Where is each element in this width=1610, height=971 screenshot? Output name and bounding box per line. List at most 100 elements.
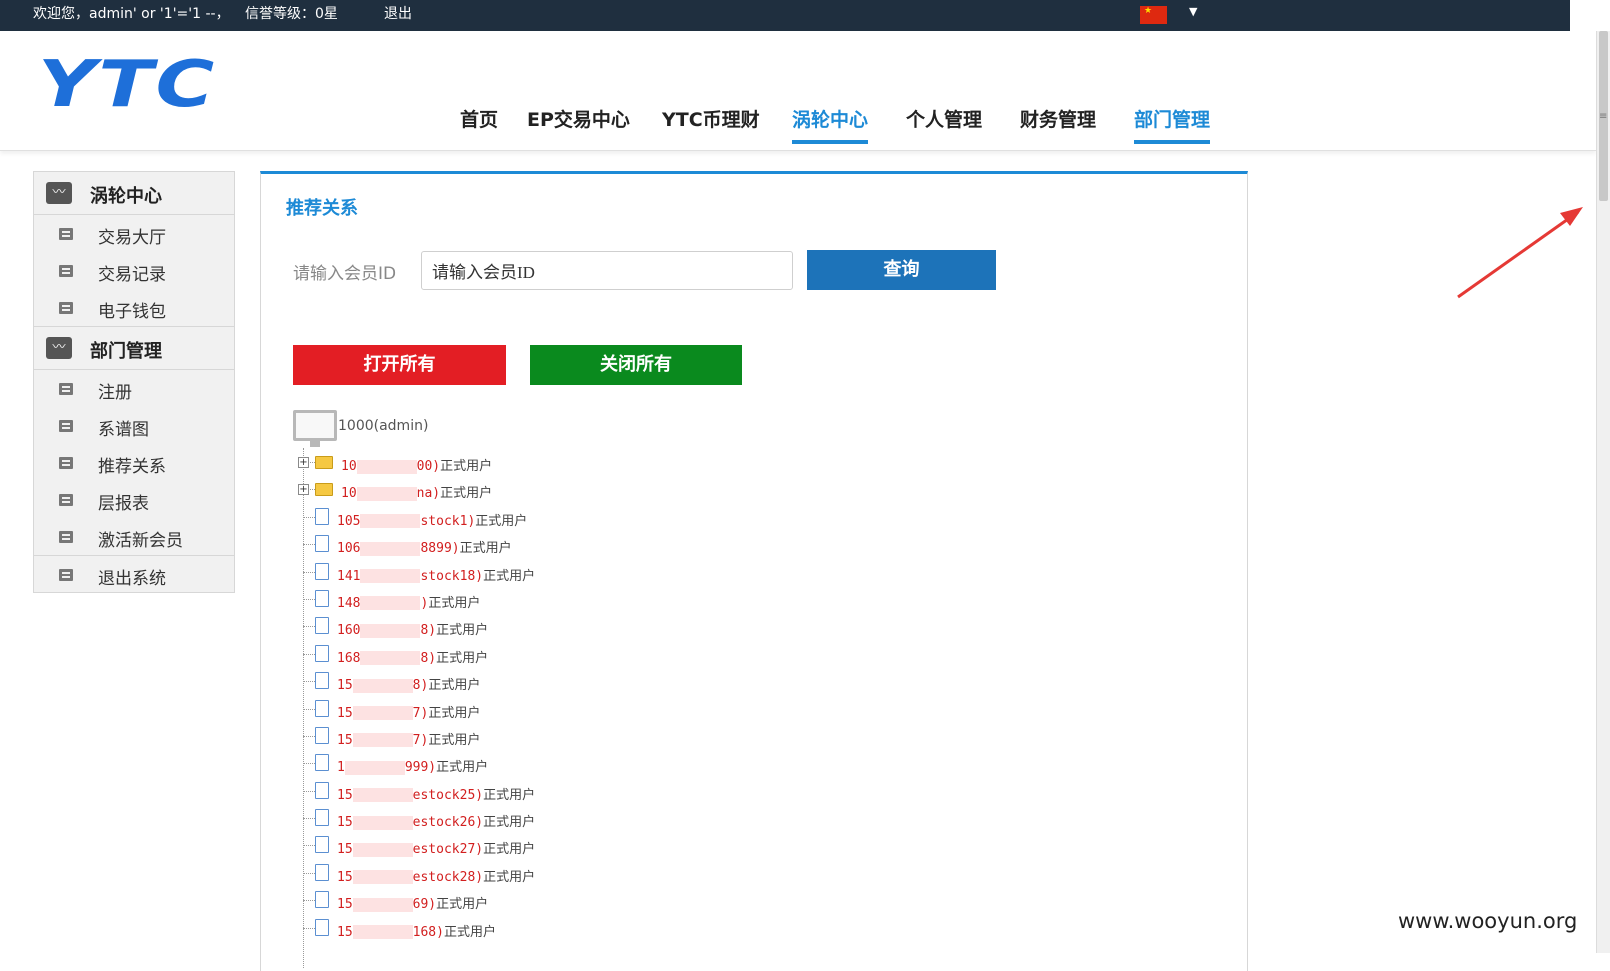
expand-icon[interactable]: + (298, 484, 309, 496)
member-id-suffix: estock27) (412, 842, 484, 858)
scrollbar[interactable]: ≡ (1596, 31, 1610, 953)
member-id-suffix: stock18) (420, 568, 484, 584)
member-id-input[interactable] (421, 251, 793, 290)
member-id-suffix: stock1) (420, 513, 476, 529)
sidebar: 〰 涡轮中心 交易大厅 交易记录 电子钱包 〰 部门管理 注册 系谱图 推荐关系… (33, 171, 235, 593)
page-title: 推荐关系 (286, 198, 358, 219)
redacted-block (360, 596, 421, 611)
list-icon (59, 494, 73, 506)
watermark: www.wooyun.org (1398, 909, 1578, 933)
expand-icon[interactable]: + (298, 457, 309, 468)
tree-node[interactable]: 106 8899)正式用户 (293, 530, 793, 557)
close-all-button[interactable]: 关闭所有 (530, 345, 742, 385)
nav-personal[interactable]: 个人管理 (906, 105, 982, 140)
tree-node[interactable]: 160 8)正式用户 (293, 612, 793, 639)
tree-node[interactable]: 105 stock1)正式用户 (293, 503, 793, 530)
folder-icon (315, 483, 333, 497)
tree-node[interactable]: 15 168)正式用户 (293, 914, 793, 941)
caret-down-icon[interactable]: ▼ (1189, 5, 1197, 18)
nav-ytc-finance[interactable]: YTC币理财 (662, 105, 760, 140)
nav-ep-trade[interactable]: EP交易中心 (527, 105, 630, 140)
tree-node[interactable]: 141 stock18)正式用户 (293, 558, 793, 585)
member-status: 正式用户 (483, 815, 536, 831)
main-panel: 推荐关系 请输入会员ID 查询 打开所有 关闭所有 1000(admin) +1… (260, 171, 1248, 971)
file-icon (315, 617, 329, 635)
member-id-prefix: 106 (337, 541, 361, 557)
redacted-block (352, 706, 413, 721)
tree-node[interactable]: 15 estock27)正式用户 (293, 831, 793, 858)
file-icon (315, 726, 329, 744)
tree-node[interactable]: 15 7)正式用户 (293, 695, 793, 722)
redacted-block (352, 925, 413, 940)
sidebar-item-wallet[interactable]: 电子钱包 (34, 289, 234, 326)
member-id-suffix: 7) (412, 705, 429, 721)
list-icon (59, 420, 73, 432)
tree-node-label: 105 stock1)正式用户 (337, 510, 527, 529)
member-status: 正式用户 (483, 787, 536, 803)
nav-department[interactable]: 部门管理 (1134, 105, 1211, 144)
member-id-suffix: 69) (412, 897, 437, 913)
tree-node-label: 106 8899)正式用户 (337, 537, 512, 556)
tree-node[interactable]: 15 69)正式用户 (293, 886, 793, 913)
tree-node[interactable]: 1 999)正式用户 (293, 749, 793, 776)
tree-node[interactable]: 168 8)正式用户 (293, 640, 793, 667)
query-button[interactable]: 查询 (807, 250, 996, 290)
list-icon (59, 569, 73, 581)
logo[interactable]: YTC (38, 53, 217, 117)
member-id-prefix: 15 (337, 869, 353, 885)
member-id-prefix: 15 (337, 678, 353, 694)
china-flag-icon[interactable]: ★ (1140, 6, 1167, 24)
member-status: 正式用户 (436, 760, 489, 776)
sidebar-item-register[interactable]: 注册 (34, 370, 234, 407)
sidebar-section-title: 涡轮中心 (90, 186, 162, 207)
sidebar-item-referrals[interactable]: 推荐关系 (34, 444, 234, 481)
sidebar-item-genealogy[interactable]: 系谱图 (34, 407, 234, 444)
sidebar-item-label: 系谱图 (98, 420, 149, 440)
tree-node[interactable]: 148)正式用户 (293, 585, 793, 612)
sidebar-item-label: 退出系统 (98, 569, 166, 589)
tree-node[interactable]: 15 7)正式用户 (293, 722, 793, 749)
sidebar-section-department[interactable]: 〰 部门管理 (34, 327, 234, 370)
redacted-block (352, 842, 413, 857)
list-icon (59, 531, 73, 543)
tree-node[interactable]: 15 estock25)正式用户 (293, 777, 793, 804)
nav-home[interactable]: 首页 (460, 105, 498, 140)
redacted-block (352, 897, 413, 912)
tree-node[interactable]: +10 na)正式用户 (293, 475, 793, 502)
open-all-button[interactable]: 打开所有 (293, 345, 506, 385)
redacted-block (352, 788, 413, 803)
tree-node-label: 15 estock27)正式用户 (337, 838, 535, 857)
sidebar-item-layer-report[interactable]: 层报表 (34, 481, 234, 518)
nav-turbine-center[interactable]: 涡轮中心 (792, 105, 869, 144)
redacted-block (360, 514, 421, 529)
logout-link[interactable]: 退出 (384, 3, 412, 23)
sidebar-item-logout[interactable]: 退出系统 (34, 555, 234, 592)
grip-icon: ≡ (1599, 111, 1608, 122)
member-id-suffix: 999) (404, 760, 437, 776)
tree-node[interactable]: 15 estock28)正式用户 (293, 859, 793, 886)
sidebar-item-activate-member[interactable]: 激活新会员 (34, 518, 234, 555)
tree-node[interactable]: 15 8)正式用户 (293, 667, 793, 694)
chart-icon: 〰 (46, 337, 72, 359)
sidebar-item-label: 层报表 (98, 494, 149, 514)
member-status: 正式用户 (440, 486, 493, 502)
folder-icon (315, 456, 333, 469)
file-icon (315, 809, 329, 827)
redacted-block (344, 760, 405, 775)
member-id-suffix: 8) (420, 623, 437, 639)
tree-node[interactable]: 15 estock26)正式用户 (293, 804, 793, 831)
sidebar-section-turbine[interactable]: 〰 涡轮中心 (34, 172, 234, 215)
tree-node-label: 160 8)正式用户 (337, 619, 488, 638)
member-id-suffix: na) (416, 486, 441, 502)
sidebar-item-trade-hall[interactable]: 交易大厅 (34, 215, 234, 252)
list-icon (59, 302, 73, 314)
file-icon (315, 672, 329, 690)
tree-node[interactable]: +10 00)正式用户 (293, 448, 793, 475)
member-id-prefix: 15 (337, 732, 353, 748)
nav-finance[interactable]: 财务管理 (1020, 105, 1096, 140)
tree-node-label: 10 na)正式用户 (341, 482, 492, 501)
tree-node-label: 15 estock25)正式用户 (337, 784, 535, 803)
member-status: 正式用户 (459, 541, 512, 557)
member-id-prefix: 105 (337, 513, 361, 529)
sidebar-item-trade-records[interactable]: 交易记录 (34, 252, 234, 289)
